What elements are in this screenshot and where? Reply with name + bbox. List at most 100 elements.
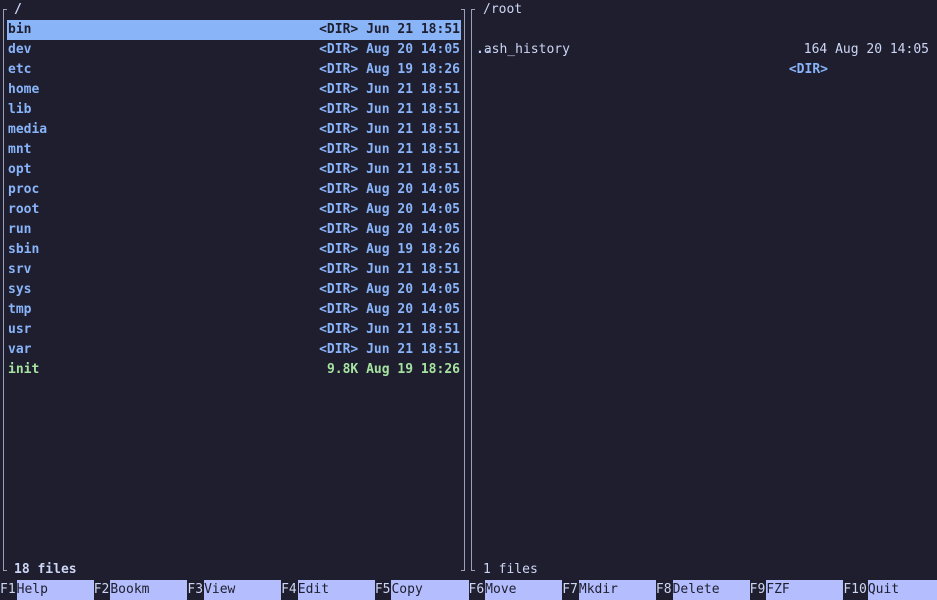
file-name: etc (8, 62, 32, 77)
function-key-number: F5 (374, 580, 392, 600)
file-row[interactable]: dev <DIR> Aug 20 14:05 (7, 40, 461, 60)
panel-border-corner (3, 9, 7, 10)
file-name: root (8, 202, 40, 217)
file-row[interactable]: lib <DIR> Jun 21 18:51 (7, 100, 461, 120)
file-name: run (8, 222, 32, 237)
file-meta: <DIR> Jun 21 18:51 (319, 322, 460, 337)
function-key-label: Move (485, 580, 563, 600)
file-meta: <DIR> Aug 20 14:05 (319, 302, 460, 317)
file-name: var (8, 342, 32, 357)
file-row[interactable]: bin <DIR> Jun 21 18:51 (7, 20, 461, 40)
file-meta: <DIR> Aug 19 18:26 (319, 242, 460, 257)
file-row[interactable]: usr <DIR> Jun 21 18:51 (7, 320, 461, 340)
file-name: srv (8, 262, 32, 277)
file-name: lib (8, 102, 32, 117)
panel-border-corner (461, 570, 465, 571)
function-key-number: F6 (468, 580, 486, 600)
file-meta: <DIR> Aug 20 14:05 (319, 182, 460, 197)
function-key-number: F9 (749, 580, 767, 600)
function-key-label: FZF (766, 580, 844, 600)
file-name: bin (8, 22, 32, 37)
panel-border-corner (471, 9, 475, 10)
file-row[interactable]: init 9.8K Aug 19 18:26 (7, 360, 461, 380)
right-file-list[interactable]: .. <DIR> .ash_history 164 Aug 20 14:05 (475, 20, 930, 77)
function-key-number: F2 (93, 580, 111, 600)
function-key-label: Delete (672, 580, 750, 600)
file-meta: <DIR> Jun 21 18:51 (319, 162, 460, 177)
file-row[interactable]: media <DIR> Jun 21 18:51 (7, 120, 461, 140)
right-file-count: 1 files (483, 562, 538, 577)
file-meta: <DIR> Jun 21 18:51 (319, 122, 460, 137)
right-panel[interactable]: /root .. <DIR> .ash_history 164 Aug 20 14… (468, 0, 937, 580)
function-key-move[interactable]: F6 Move (468, 580, 563, 600)
panel-border-corner (471, 570, 475, 571)
function-key-help[interactable]: F1 Help (0, 580, 94, 600)
function-key-label: Edit (297, 580, 375, 600)
file-meta: <DIR> Jun 21 18:51 (319, 142, 460, 157)
function-key-number: F4 (281, 580, 298, 600)
file-name: usr (8, 322, 32, 337)
function-key-edit[interactable]: F4 Edit (281, 580, 375, 600)
file-row[interactable]: run <DIR> Aug 20 14:05 (7, 220, 461, 240)
function-key-label: Copy (391, 580, 469, 600)
file-meta: <DIR> Jun 21 18:51 (319, 82, 460, 97)
function-key-copy[interactable]: F5 Copy (374, 580, 469, 600)
file-meta: 164 Aug 20 14:05 (803, 42, 929, 57)
function-key-number: F10 (843, 580, 868, 600)
function-key-label: Bookm (110, 580, 188, 600)
file-row[interactable]: srv <DIR> Jun 21 18:51 (7, 260, 461, 280)
file-row[interactable]: var <DIR> Jun 21 18:51 (7, 340, 461, 360)
left-file-list[interactable]: bin <DIR> Jun 21 18:51 dev <DIR> Aug 20 14:… (7, 20, 461, 380)
file-row[interactable]: home <DIR> Jun 21 18:51 (7, 80, 461, 100)
file-row[interactable]: sbin <DIR> Aug 19 18:26 (7, 240, 461, 260)
file-row[interactable]: proc <DIR> Aug 20 14:05 (7, 180, 461, 200)
function-key-number: F7 (562, 580, 579, 600)
function-key-label: Quit (867, 580, 937, 600)
right-panel-path: /root (483, 2, 523, 17)
left-file-count: 18 files (14, 562, 77, 577)
function-key-label: Mkdir (578, 580, 656, 600)
function-key-bar: F1 Help F2 Bookm F3 View F4 Edit F5 Copy F6 Move F7 M… (0, 580, 937, 600)
file-meta: <DIR> Aug 20 14:05 (319, 282, 460, 297)
panel-border-corner (3, 570, 7, 571)
function-key-mkdir[interactable]: F7 Mkdir (562, 580, 656, 600)
file-name: init (8, 362, 40, 377)
file-row[interactable]: opt <DIR> Jun 21 18:51 (7, 160, 461, 180)
file-row[interactable]: .ash_history 164 Aug 20 14:05 (475, 40, 930, 60)
file-row[interactable]: tmp <DIR> Aug 20 14:05 (7, 300, 461, 320)
file-row[interactable]: root <DIR> Aug 20 14:05 (7, 200, 461, 220)
file-meta: <DIR> Aug 20 14:05 (319, 42, 460, 57)
file-meta: <DIR> Aug 20 14:05 (319, 222, 460, 237)
panel-border-corner (461, 9, 465, 10)
file-row[interactable]: etc <DIR> Aug 19 18:26 (7, 60, 461, 80)
function-key-delete[interactable]: F8 Delete (655, 580, 750, 600)
function-key-number: F3 (187, 580, 205, 600)
function-key-bookm[interactable]: F2 Bookm (93, 580, 188, 600)
file-row[interactable]: mnt <DIR> Jun 21 18:51 (7, 140, 461, 160)
file-meta: <DIR> Jun 21 18:51 (319, 342, 460, 357)
left-panel[interactable]: / bin <DIR> Jun 21 18:51 dev <DIR> Aug 20 1… (0, 0, 468, 580)
function-key-fzf[interactable]: F9 FZF (749, 580, 844, 600)
file-meta: <DIR> Jun 21 18:51 (319, 22, 460, 37)
function-key-quit[interactable]: F10 Quit (843, 580, 937, 600)
file-meta: <DIR> Aug 19 18:26 (319, 62, 460, 77)
file-name: media (8, 122, 48, 137)
file-name: tmp (8, 302, 32, 317)
file-name: mnt (8, 142, 32, 157)
function-key-view[interactable]: F3 View (187, 580, 282, 600)
function-key-label: View (204, 580, 282, 600)
file-manager-window: / bin <DIR> Jun 21 18:51 dev <DIR> Aug 20 1… (0, 0, 937, 600)
function-key-number: F8 (655, 580, 673, 600)
function-key-label: Help (16, 580, 94, 600)
function-key-number: F1 (0, 580, 17, 600)
file-row[interactable]: sys <DIR> Aug 20 14:05 (7, 280, 461, 300)
left-panel-path: / (14, 2, 22, 17)
file-name: .ash_history (476, 42, 570, 57)
file-name: home (8, 82, 40, 97)
file-name: sbin (8, 242, 40, 257)
file-name: opt (8, 162, 32, 177)
file-name: proc (8, 182, 40, 197)
file-meta: <DIR> Jun 21 18:51 (319, 262, 460, 277)
file-meta: <DIR> (788, 62, 828, 77)
parent-directory-row[interactable]: .. <DIR> (475, 20, 930, 77)
